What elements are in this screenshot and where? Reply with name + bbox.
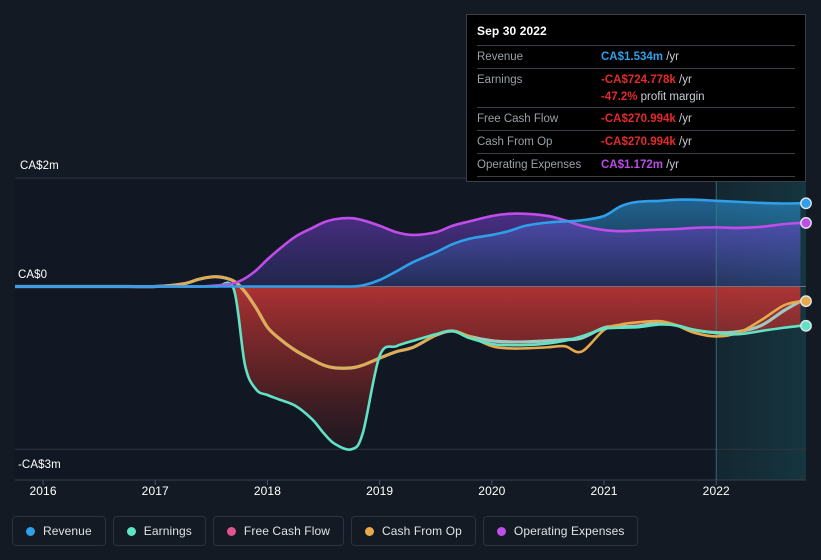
legend-item-label: Earnings: [143, 524, 192, 538]
series-endpoint-cash-from-op: [800, 295, 812, 308]
tooltip-row-value: CA$1.534m /yr: [601, 45, 795, 69]
tooltip-row: Free Cash Flow -CA$270.994k /yr: [477, 107, 795, 131]
legend-item-earnings[interactable]: Earnings: [112, 516, 206, 546]
legend-item-operating-expenses[interactable]: Operating Expenses: [482, 516, 639, 546]
y-axis-label-bottom: -CA$3m: [18, 459, 61, 471]
tooltip-table: Revenue CA$1.534m /yr Earnings -CA$724.778k…: [477, 45, 795, 177]
x-axis-label-2022: 2022: [702, 484, 730, 498]
tooltip-row-label: Free Cash Flow: [477, 107, 601, 131]
x-axis-label-2016: 2016: [29, 484, 57, 498]
tooltip-row-value: -CA$724.778k /yr: [601, 68, 795, 91]
series-endpoint-earnings: [800, 319, 812, 332]
tooltip-profit-margin-row: -47.2% profit margin: [477, 91, 795, 108]
tooltip-row: Revenue CA$1.534m /yr: [477, 45, 795, 69]
tooltip-row-label: Revenue: [477, 45, 601, 69]
tooltip-row-value: -CA$270.994k /yr: [601, 107, 795, 131]
legend-item-free-cash-flow[interactable]: Free Cash Flow: [212, 516, 345, 546]
chart-tooltip: Sep 30 2022 Revenue CA$1.534m /yr Earnings…: [466, 14, 806, 182]
tooltip-profit-margin-value: -47.2% profit margin: [601, 91, 705, 103]
legend-dot-icon: [496, 526, 506, 536]
tooltip-row: Operating Expenses CA$1.172m /yr: [477, 153, 795, 177]
x-axis-label-2020: 2020: [478, 484, 506, 498]
legend-dot-icon: [126, 526, 136, 536]
legend-item-cash-from-op[interactable]: Cash From Op: [351, 516, 476, 546]
x-axis-label-2018: 2018: [253, 484, 281, 498]
x-axis-label-2021: 2021: [590, 484, 618, 498]
legend-item-label: Operating Expenses: [513, 524, 625, 538]
y-axis-label-zero: CA$0: [18, 269, 48, 281]
x-axis-label-2019: 2019: [366, 484, 394, 498]
tooltip-row-label: Earnings: [477, 68, 601, 91]
tooltip-row-label: Cash From Op: [477, 130, 601, 154]
chart-legend: Revenue Earnings Free Cash Flow Cash From O…: [12, 516, 639, 546]
series-endpoint-revenue: [800, 197, 812, 210]
tooltip-row-value: CA$1.172m /yr: [601, 153, 795, 177]
tooltip-row: Earnings -CA$724.778k /yr: [477, 68, 795, 91]
series-endpoint-operating-expenses: [800, 217, 812, 229]
legend-dot-icon: [226, 526, 236, 536]
tooltip-row-value: -CA$270.994k /yr: [601, 130, 795, 154]
legend-item-revenue[interactable]: Revenue: [12, 516, 106, 546]
tooltip-row-label: Operating Expenses: [477, 153, 601, 177]
legend-item-label: Free Cash Flow: [243, 524, 331, 538]
tooltip-profit-margin-spacer: [477, 91, 601, 108]
legend-item-label: Cash From Op: [382, 524, 462, 538]
legend-dot-icon: [365, 526, 375, 536]
tooltip-date: Sep 30 2022: [477, 24, 547, 38]
y-axis-label-top: CA$2m: [20, 160, 59, 172]
tooltip-row: Cash From Op -CA$270.994k /yr: [477, 130, 795, 154]
legend-item-label: Revenue: [43, 524, 92, 538]
x-axis-label-2017: 2017: [141, 484, 169, 498]
legend-dot-icon: [26, 526, 35, 536]
